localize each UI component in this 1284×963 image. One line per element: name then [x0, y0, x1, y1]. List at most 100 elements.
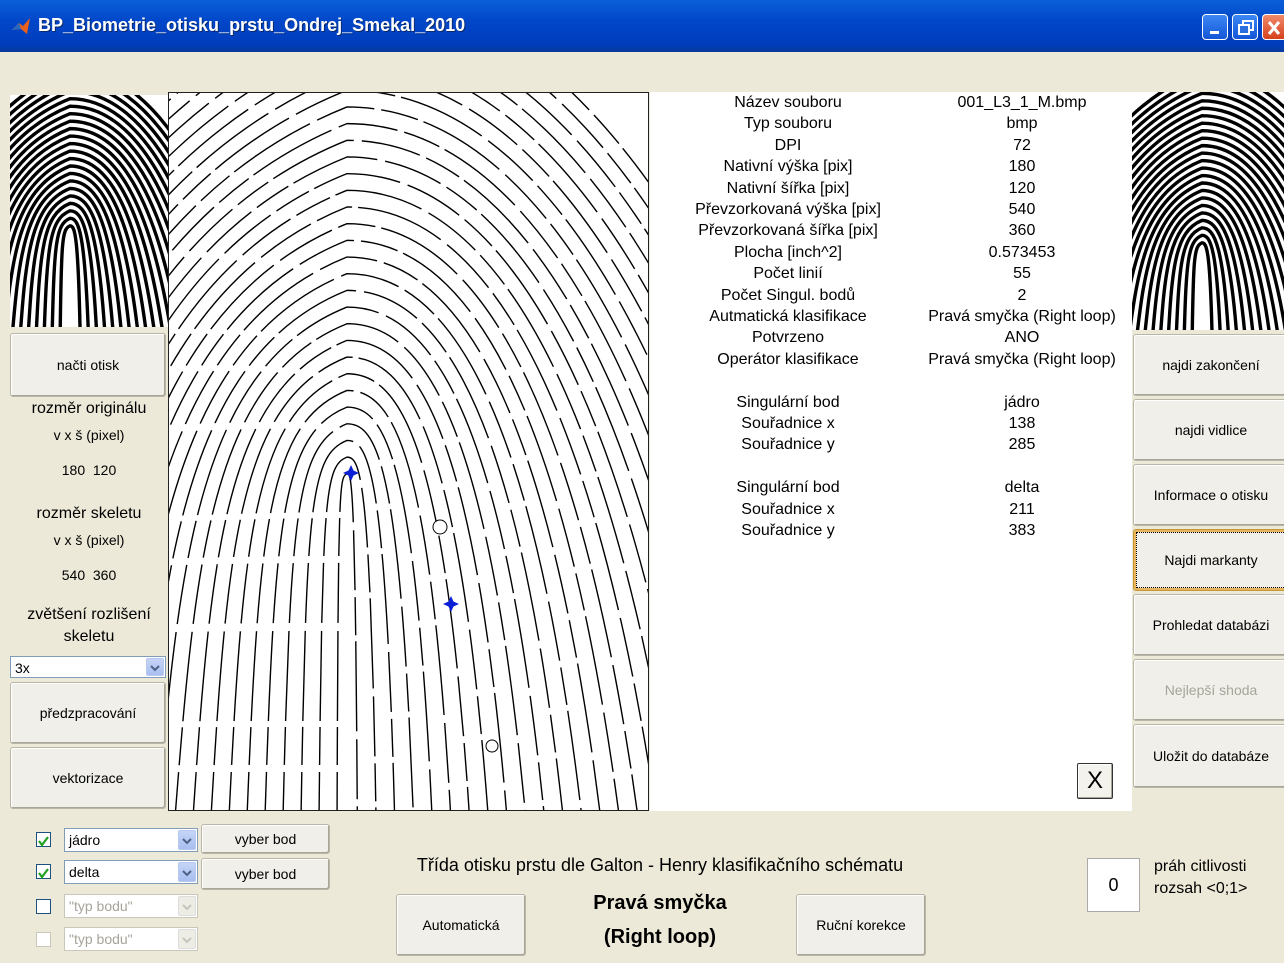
info-row: Plocha [inch^2] 0.573453 — [650, 244, 1132, 265]
chevron-down-icon[interactable] — [178, 830, 196, 850]
classification-heading: Třída otisku prstu dle Galton - Henry kl… — [416, 855, 904, 875]
classification-result-english: (Right loop) — [603, 926, 717, 948]
point-checkbox-4[interactable] — [36, 932, 51, 947]
chevron-down-icon[interactable] — [178, 862, 196, 882]
close-info-button[interactable]: X — [1077, 763, 1113, 799]
print-info-button[interactable]: Informace o otisku — [1133, 464, 1284, 526]
info-row: DPI 72 — [650, 137, 1132, 158]
ridge-line — [50, 216, 90, 327]
point-type-select-2[interactable]: delta — [64, 860, 198, 884]
info-row: Potvrzeno ANO — [650, 329, 1132, 350]
info-key: Převzorkovaná výška [pix] — [695, 201, 881, 218]
chevron-down-icon[interactable] — [146, 658, 164, 676]
find-endings-button[interactable]: najdi zakončení — [1133, 334, 1284, 396]
classification-result: Pravá smyčka — [593, 892, 727, 914]
ridge-line — [300, 439, 396, 810]
info-key: Potvrzeno — [751, 329, 825, 347]
info-row: Autmatická klasifikace Pravá smyčka (Righ… — [650, 308, 1132, 329]
core-checkbox[interactable] — [36, 832, 51, 847]
info-value: 0.573453 — [988, 243, 1056, 261]
info-row: Typ souboru bmp — [650, 115, 1132, 136]
original-size-unit: v x š (pixel) — [53, 427, 125, 443]
info-row: Nativní výška [pix] 180 — [650, 158, 1132, 179]
skeleton-image-panel[interactable] — [168, 92, 649, 811]
ridge-line — [169, 93, 648, 183]
point-type-value-3: "typ bodu" — [69, 898, 133, 914]
info-key: Převzorkovaná šířka [pix] — [698, 222, 878, 240]
info-key: Souřadnice y — [741, 436, 835, 454]
info-key: Počet Singul. bodů — [720, 286, 856, 304]
close-window-button[interactable] — [1262, 14, 1284, 40]
point-type-value-2: delta — [69, 864, 100, 880]
save-database-button[interactable]: Uložit do databáze — [1133, 724, 1284, 788]
info-value: 138 — [1008, 415, 1036, 432]
info-value: 72 — [1013, 136, 1031, 154]
minimize-button[interactable] — [1202, 14, 1228, 40]
info-row — [650, 372, 1132, 393]
search-database-button[interactable]: Prohledat databázi — [1133, 594, 1284, 656]
automatic-button[interactable]: Automatická — [396, 894, 526, 956]
info-value: jádro — [1004, 393, 1040, 411]
checkmark-icon — [38, 836, 49, 847]
title-bar[interactable]: BP_Biometrie_otisku_prstu_Ondrej_Smekal_… — [0, 0, 1284, 52]
ridge-line — [1182, 233, 1222, 330]
ridge-line — [169, 93, 648, 236]
info-key: Singulární bod — [736, 393, 840, 411]
find-forks-button[interactable]: najdi vidlice — [1133, 399, 1284, 461]
manual-correction-button[interactable]: Ruční korekce — [796, 894, 926, 956]
restore-button[interactable] — [1232, 14, 1258, 40]
delta-marker-icon — [443, 596, 459, 612]
info-row: Singulární bod jádro — [650, 394, 1132, 415]
ridge-line — [169, 93, 648, 209]
preprocessed-fingerprint-image — [1132, 92, 1284, 330]
info-value: delta — [1004, 479, 1040, 497]
info-value: ANO — [1004, 329, 1040, 347]
info-key: DPI — [774, 136, 802, 154]
info-row: Souřadnice y 383 — [650, 522, 1132, 543]
point-checkbox-3[interactable] — [36, 899, 51, 914]
zoom-select-value: 3x — [15, 660, 30, 676]
point-type-select-1[interactable]: jádro — [64, 828, 198, 852]
window-title: BP_Biometrie_otisku_prstu_Ondrej_Smekal_… — [38, 15, 466, 35]
ridge-line — [246, 389, 452, 810]
info-value: 001_L3_1_M.bmp — [957, 94, 1087, 111]
info-row: Počet linií 55 — [650, 265, 1132, 286]
info-value: 360 — [1008, 222, 1036, 240]
ridge-line — [169, 93, 648, 294]
ridge-island — [432, 519, 448, 535]
close-icon — [1267, 21, 1281, 35]
info-row: Převzorkovaná šířka [pix] 360 — [650, 222, 1132, 243]
info-key: Souřadnice x — [741, 500, 835, 518]
info-row — [650, 458, 1132, 479]
ridge-line — [169, 172, 648, 594]
threshold-label: práh citlivosti — [1154, 858, 1247, 875]
ridge-line — [169, 93, 648, 326]
ridge-line — [169, 239, 620, 810]
best-match-button[interactable]: Nejlepší shoda — [1133, 659, 1284, 721]
select-point-button-2[interactable]: vyber bod — [201, 858, 330, 890]
delta-checkbox[interactable] — [36, 864, 51, 879]
info-row: Počet Singul. bodů 2 — [650, 287, 1132, 308]
checkmark-icon — [38, 868, 49, 879]
zoom-select[interactable]: 3x — [10, 656, 166, 678]
vectorize-button[interactable]: vektorizace — [10, 747, 166, 809]
select-point-button-1[interactable]: vyber bod — [201, 824, 330, 854]
info-key: Autmatická klasifikace — [709, 308, 867, 325]
ridge-line — [318, 456, 377, 810]
original-fingerprint-image — [10, 95, 168, 327]
fingerprint-thumbnail — [10, 95, 168, 327]
load-print-button[interactable]: načti otisk — [10, 333, 166, 397]
info-row: Nativní šířka [pix] 120 — [650, 180, 1132, 201]
find-minutiae-button[interactable]: Najdi markanty — [1133, 529, 1284, 591]
info-key: Počet linií — [753, 265, 823, 283]
ridge-line — [169, 156, 648, 533]
info-panel: Název souboru 001_L3_1_M.bmp Typ souboru bm… — [650, 92, 1132, 811]
point-type-select-4[interactable]: "typ bodu" — [64, 927, 198, 951]
point-type-select-3[interactable]: "typ bodu" — [64, 894, 198, 918]
info-value: 211 — [1009, 500, 1035, 518]
ridge-line — [336, 473, 358, 810]
info-row: Souřadnice x 138 — [650, 415, 1132, 436]
info-value: 120 — [1008, 179, 1036, 197]
preprocess-button[interactable]: předzpracování — [10, 682, 166, 744]
threshold-input[interactable]: 0 — [1087, 858, 1140, 912]
